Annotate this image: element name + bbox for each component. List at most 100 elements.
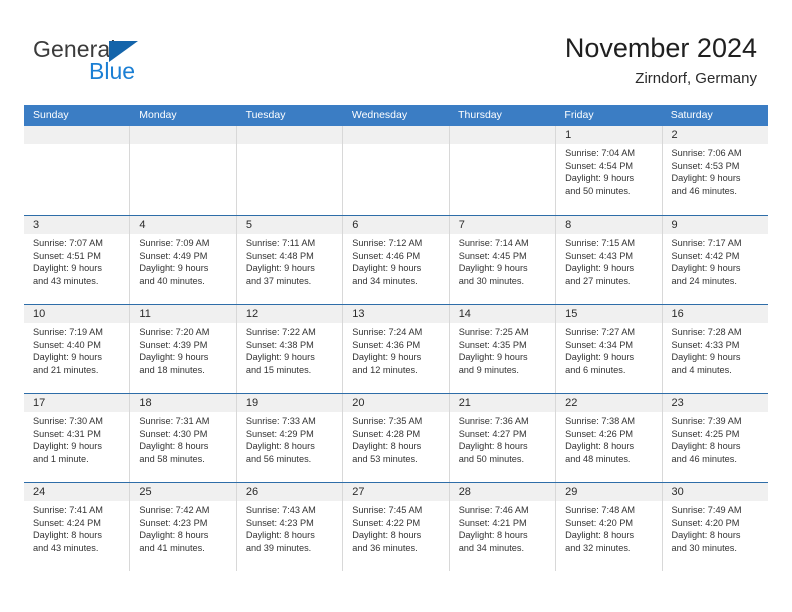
daylight-duration-line1: Daylight: 8 hours: [139, 530, 209, 541]
sunrise-time: Sunrise: 7:36 AM: [458, 416, 529, 426]
day-cell[interactable]: 7 Sunrise: 7:14 AM Sunset: 4:45 PM Daylight…: [449, 216, 557, 304]
sunrise-time: Sunrise: 7:24 AM: [352, 327, 423, 337]
day-sun-info: Sunrise: 7:07 AM Sunset: 4:51 PM Daylight:…: [24, 234, 129, 287]
day-cell[interactable]: 17 Sunrise: 7:30 AM Sunset: 4:31 PM Dayligh…: [24, 394, 131, 482]
day-cell[interactable]: 21 Sunrise: 7:36 AM Sunset: 4:27 PM Dayligh…: [449, 394, 557, 482]
day-cell[interactable]: 28 Sunrise: 7:46 AM Sunset: 4:21 PM Dayligh…: [449, 483, 557, 571]
sunrise-time: Sunrise: 7:45 AM: [352, 505, 423, 515]
sunset-time: Sunset: 4:29 PM: [245, 428, 314, 439]
day-sun-info: Sunrise: 7:39 AM Sunset: 4:25 PM Daylight:…: [663, 412, 768, 465]
sunset-time: Sunset: 4:46 PM: [352, 250, 421, 261]
daylight-duration-line2: and 40 minutes.: [139, 275, 205, 286]
daylight-duration-line2: and 58 minutes.: [139, 453, 205, 464]
day-cell[interactable]: 20 Sunrise: 7:35 AM Sunset: 4:28 PM Dayligh…: [343, 394, 450, 482]
day-cell[interactable]: 23 Sunrise: 7:39 AM Sunset: 4:25 PM Dayligh…: [662, 394, 768, 482]
day-sun-info: Sunrise: 7:06 AM Sunset: 4:53 PM Daylight:…: [663, 144, 768, 197]
day-cell[interactable]: 13 Sunrise: 7:24 AM Sunset: 4:36 PM Dayligh…: [343, 305, 450, 393]
daylight-duration-line2: and 36 minutes.: [352, 542, 418, 553]
sunrise-time: Sunrise: 7:04 AM: [565, 148, 636, 158]
day-cell[interactable]: 10 Sunrise: 7:19 AM Sunset: 4:40 PM Dayligh…: [24, 305, 131, 393]
sunrise-time: Sunrise: 7:14 AM: [458, 238, 529, 248]
sunrise-time: Sunrise: 7:28 AM: [671, 327, 742, 337]
day-sun-info: Sunrise: 7:11 AM Sunset: 4:48 PM Daylight:…: [237, 234, 342, 287]
day-cell[interactable]: 3 Sunrise: 7:07 AM Sunset: 4:51 PM Daylight…: [24, 216, 131, 304]
day-sun-info: Sunrise: 7:46 AM Sunset: 4:21 PM Daylight:…: [450, 501, 555, 554]
day-cell[interactable]: 16 Sunrise: 7:28 AM Sunset: 4:33 PM Dayligh…: [662, 305, 768, 393]
day-sun-info: Sunrise: 7:20 AM Sunset: 4:39 PM Daylight:…: [130, 323, 235, 376]
sunset-time: Sunset: 4:45 PM: [458, 250, 527, 261]
sunset-time: Sunset: 4:30 PM: [139, 428, 208, 439]
day-number: 10: [24, 305, 130, 323]
daylight-duration-line1: Daylight: 9 hours: [565, 173, 635, 184]
weekday-header-wednesday: Wednesday: [351, 109, 408, 121]
day-cell[interactable]: 5 Sunrise: 7:11 AM Sunset: 4:48 PM Daylight…: [236, 216, 344, 304]
weekday-header-row: Sunday Monday Tuesday Wednesday Thursday Frid…: [24, 105, 768, 126]
sunset-time: Sunset: 4:21 PM: [458, 517, 527, 528]
day-cell[interactable]: 24 Sunrise: 7:41 AM Sunset: 4:24 PM Dayligh…: [24, 483, 131, 571]
day-number: 18: [130, 394, 236, 412]
sunrise-time: Sunrise: 7:07 AM: [33, 238, 103, 248]
daylight-duration-line2: and 46 minutes.: [671, 453, 737, 464]
day-number: [343, 126, 449, 144]
day-number: 16: [662, 305, 768, 323]
sunrise-time: Sunrise: 7:49 AM: [671, 505, 742, 515]
day-cell[interactable]: 27 Sunrise: 7:45 AM Sunset: 4:22 PM Dayligh…: [343, 483, 450, 571]
daylight-duration-line2: and 9 minutes.: [458, 364, 519, 375]
daylight-duration-line1: Daylight: 8 hours: [352, 530, 422, 541]
day-cell[interactable]: 30 Sunrise: 7:49 AM Sunset: 4:20 PM Dayligh…: [662, 483, 768, 571]
daylight-duration-line1: Daylight: 9 hours: [139, 263, 209, 274]
day-cell[interactable]: 15 Sunrise: 7:27 AM Sunset: 4:34 PM Dayligh…: [556, 305, 663, 393]
day-sun-info: Sunrise: 7:27 AM Sunset: 4:34 PM Daylight:…: [556, 323, 661, 376]
day-cell[interactable]: 1 Sunrise: 7:04 AM Sunset: 4:54 PM Daylight…: [556, 126, 663, 215]
day-cell[interactable]: 9 Sunrise: 7:17 AM Sunset: 4:42 PM Daylight…: [662, 216, 768, 304]
daylight-duration-line2: and 43 minutes.: [33, 542, 99, 553]
title-block: November 2024 Zirndorf, Germany: [565, 32, 757, 89]
day-cell-empty: [130, 126, 237, 215]
day-sun-info: Sunrise: 7:36 AM Sunset: 4:27 PM Daylight:…: [450, 412, 555, 465]
sunset-time: Sunset: 4:38 PM: [245, 339, 314, 350]
day-cell[interactable]: 22 Sunrise: 7:38 AM Sunset: 4:26 PM Dayligh…: [556, 394, 663, 482]
day-cell[interactable]: 29 Sunrise: 7:48 AM Sunset: 4:20 PM Dayligh…: [556, 483, 663, 571]
day-number: 17: [24, 394, 130, 412]
day-number: 25: [130, 483, 236, 501]
day-sun-info: Sunrise: 7:24 AM Sunset: 4:36 PM Daylight:…: [343, 323, 448, 376]
daylight-duration-line1: Daylight: 9 hours: [671, 263, 741, 274]
day-cell[interactable]: 25 Sunrise: 7:42 AM Sunset: 4:23 PM Dayligh…: [130, 483, 237, 571]
day-number: [24, 126, 130, 144]
day-sun-info: Sunrise: 7:04 AM Sunset: 4:54 PM Daylight:…: [556, 144, 661, 197]
day-cell[interactable]: 6 Sunrise: 7:12 AM Sunset: 4:46 PM Daylight…: [343, 216, 450, 304]
day-cell[interactable]: 4 Sunrise: 7:09 AM Sunset: 4:49 PM Daylight…: [130, 216, 237, 304]
day-cell[interactable]: 8 Sunrise: 7:15 AM Sunset: 4:43 PM Daylight…: [556, 216, 663, 304]
daylight-duration-line2: and 30 minutes.: [458, 275, 525, 286]
calendar-week-row: 17 Sunrise: 7:30 AM Sunset: 4:31 PM Dayligh…: [24, 393, 768, 482]
sunrise-time: Sunrise: 7:46 AM: [458, 505, 529, 515]
day-cell[interactable]: 14 Sunrise: 7:25 AM Sunset: 4:35 PM Dayligh…: [449, 305, 557, 393]
daylight-duration-line2: and 24 minutes.: [671, 275, 737, 286]
day-cell[interactable]: 2 Sunrise: 7:06 AM Sunset: 4:53 PM Daylight…: [662, 126, 768, 215]
day-cell[interactable]: 26 Sunrise: 7:43 AM Sunset: 4:23 PM Dayligh…: [236, 483, 344, 571]
weekday-header-monday: Monday: [139, 109, 177, 121]
day-cell[interactable]: 18 Sunrise: 7:31 AM Sunset: 4:30 PM Dayligh…: [130, 394, 237, 482]
sunrise-time: Sunrise: 7:19 AM: [33, 327, 103, 337]
day-cell[interactable]: 12 Sunrise: 7:22 AM Sunset: 4:38 PM Dayligh…: [236, 305, 344, 393]
sunrise-time: Sunrise: 7:41 AM: [33, 505, 103, 515]
daylight-duration-line1: Daylight: 9 hours: [458, 263, 528, 274]
daylight-duration-line1: Daylight: 9 hours: [33, 263, 102, 274]
day-cell-empty: [24, 126, 131, 215]
sunset-time: Sunset: 4:28 PM: [352, 428, 421, 439]
day-number: 21: [449, 394, 556, 412]
sunset-time: Sunset: 4:34 PM: [565, 339, 634, 350]
day-cell-empty: [343, 126, 450, 215]
sunset-time: Sunset: 4:23 PM: [245, 517, 314, 528]
daylight-duration-line1: Daylight: 8 hours: [671, 441, 741, 452]
sunset-time: Sunset: 4:24 PM: [33, 517, 101, 528]
daylight-duration-line1: Daylight: 9 hours: [245, 352, 315, 363]
daylight-duration-line2: and 34 minutes.: [458, 542, 525, 553]
logo-general-blue[interactable]: General Blue: [33, 36, 213, 92]
daylight-duration-line2: and 34 minutes.: [352, 275, 418, 286]
calendar-weeks: 1 Sunrise: 7:04 AM Sunset: 4:54 PM Daylight…: [24, 126, 768, 571]
sunrise-time: Sunrise: 7:11 AM: [245, 238, 316, 248]
day-number: 7: [449, 216, 556, 234]
day-cell[interactable]: 19 Sunrise: 7:33 AM Sunset: 4:29 PM Dayligh…: [236, 394, 344, 482]
day-cell[interactable]: 11 Sunrise: 7:20 AM Sunset: 4:39 PM Dayligh…: [130, 305, 237, 393]
